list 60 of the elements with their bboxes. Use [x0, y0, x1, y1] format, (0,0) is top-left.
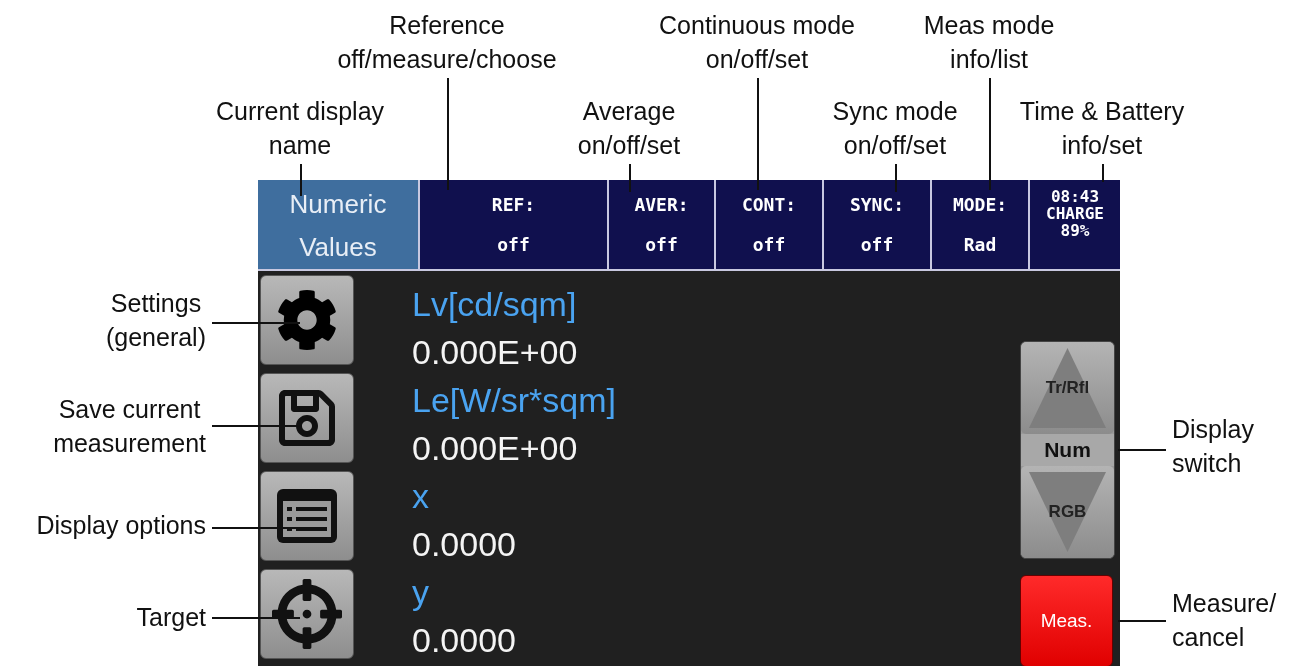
- reading-value: 0.0000: [412, 524, 517, 565]
- reading-value: 0.0000: [412, 620, 517, 661]
- save-button[interactable]: [260, 373, 354, 463]
- status-label: CONT:: [741, 193, 797, 215]
- callout-label: Display options: [36, 510, 206, 541]
- reading-label: x: [412, 476, 430, 517]
- time-battery-cell[interactable]: 08:43 CHARGE 89%: [1030, 180, 1120, 269]
- reading-value: 0.000E+00: [412, 332, 579, 373]
- reading-label: Le[W/sr*sqm]: [412, 380, 617, 421]
- up-triangle-icon: [1029, 348, 1106, 428]
- leader-line: [1118, 449, 1166, 451]
- status-cell[interactable]: MODE: Rad: [932, 180, 1028, 269]
- target-button[interactable]: [260, 569, 354, 659]
- callout-label: Settings (general): [105, 288, 206, 353]
- leader-line: [895, 164, 897, 192]
- status-cell[interactable]: SYNC: off: [824, 180, 930, 269]
- clock-time: 08:43: [1050, 188, 1100, 205]
- status-cell[interactable]: REF: off: [420, 180, 607, 269]
- status-cell[interactable]: AVER: off: [609, 180, 714, 269]
- status-value: off: [497, 234, 530, 256]
- leader-line: [300, 164, 302, 196]
- display-options-button[interactable]: [260, 471, 354, 561]
- status-label: SYNC:: [849, 193, 905, 215]
- leader-line: [1118, 620, 1166, 622]
- callout-label: Display switch: [1172, 414, 1254, 479]
- callout-label: Average on/off/set: [577, 96, 681, 161]
- reading-value: 0.000E+00: [412, 428, 579, 469]
- status-value: off: [752, 234, 786, 256]
- current-display: Num: [1021, 434, 1114, 466]
- battery-percent: 89%: [1060, 222, 1090, 239]
- charge-label: CHARGE: [1046, 205, 1104, 222]
- crosshair-icon: [272, 579, 342, 649]
- status-label: AVER:: [634, 193, 689, 215]
- callout-label: Meas mode info/list: [923, 10, 1055, 75]
- reading-label: y: [412, 572, 430, 613]
- down-triangle-icon: [1029, 472, 1106, 552]
- status-value: Rad: [963, 234, 997, 256]
- status-value: off: [860, 234, 894, 256]
- callout-label: Sync mode on/off/set: [832, 96, 958, 161]
- leader-line: [1102, 164, 1104, 182]
- settings-icon: [276, 289, 338, 351]
- measure-button[interactable]: Meas.: [1020, 575, 1113, 666]
- callout-label: Measure/ cancel: [1172, 588, 1277, 653]
- settings-button[interactable]: [260, 275, 354, 365]
- callout-label: Continuous mode on/off/set: [659, 10, 855, 75]
- switch-up-button[interactable]: Tr/Rfl: [1021, 342, 1114, 434]
- switch-down-button[interactable]: RGB: [1021, 466, 1114, 558]
- reading-label: Lv[cd/sqm]: [412, 284, 578, 325]
- leader-line: [629, 164, 631, 192]
- status-label: REF:: [491, 193, 536, 215]
- display-name[interactable]: Numeric Values: [258, 180, 418, 269]
- status-value: off: [645, 234, 678, 256]
- callout-label: Reference off/measure/choose: [337, 10, 557, 75]
- status-label: MODE:: [952, 193, 1008, 215]
- callout-label: Time & Battery info/set: [1019, 96, 1185, 161]
- list-icon: [275, 487, 339, 545]
- callout-label: Current display name: [215, 96, 385, 161]
- callout-label: Target: [136, 602, 206, 633]
- status-cell[interactable]: CONT: off: [716, 180, 822, 269]
- callout-label: Save current measurement: [53, 394, 206, 459]
